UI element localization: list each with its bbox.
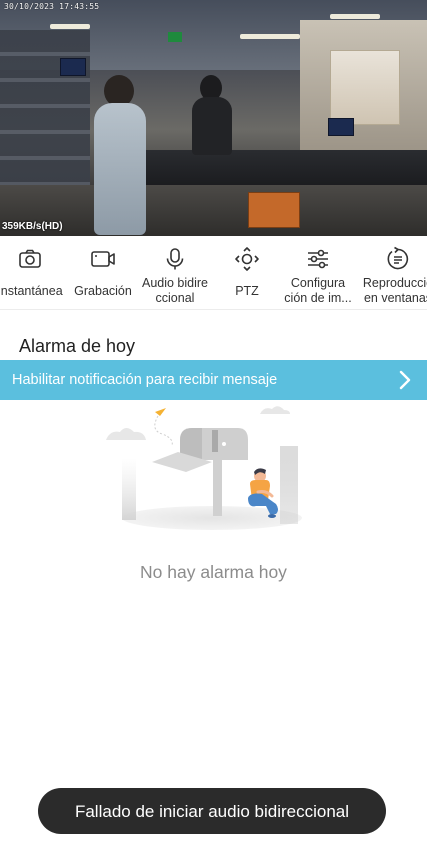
video-scene-light <box>330 14 380 19</box>
enable-notification-text: Habilitar notificación para recibir mens… <box>12 372 278 388</box>
camera-icon <box>19 249 41 268</box>
error-toast-text: Fallado de iniciar audio bidireccional <box>74 802 350 821</box>
two-way-audio-label-line1: Audio bidire <box>141 276 208 290</box>
settings-sliders-icon <box>308 249 328 269</box>
video-scene-monitor <box>60 58 86 76</box>
ptz-button[interactable]: PTZ <box>216 236 278 310</box>
alarm-section-title: Alarma de hoy <box>19 336 136 356</box>
video-scene-floor <box>0 185 427 236</box>
playback-label-line2: en ventanas <box>363 291 427 305</box>
video-scene-exit-sign <box>168 32 182 42</box>
video-scene-person <box>90 75 150 235</box>
snapshot-button[interactable]: Instantánea <box>0 236 74 310</box>
ptz-icon <box>235 247 259 271</box>
video-scene-light <box>50 24 90 29</box>
video-scene-shelf <box>0 30 90 200</box>
enable-notification-banner[interactable]: Habilitar notificación para recibir mens… <box>0 360 427 400</box>
two-way-audio-label-line2: ccional <box>155 291 195 305</box>
video-scene-monitor <box>328 118 354 136</box>
chevron-right-icon <box>399 370 411 390</box>
microphone-icon <box>166 248 184 270</box>
playback-button[interactable]: Reproducció en ventanas <box>356 236 427 310</box>
record-button[interactable]: Grabación <box>72 236 134 310</box>
control-toolbar: Instantánea Grabación Audio bidire ccion… <box>0 236 427 310</box>
image-settings-label-line2: ción de im... <box>284 291 352 305</box>
video-timestamp: 30/10/2023 17:43:55 <box>4 2 100 11</box>
two-way-audio-button[interactable]: Audio bidire ccional <box>134 236 216 310</box>
image-settings-button[interactable]: Configura ción de im... <box>278 236 358 310</box>
ptz-label: PTZ <box>235 284 259 298</box>
video-scene-light <box>240 34 300 39</box>
empty-alarm-text: No hay alarma hoy <box>140 562 287 582</box>
error-toast: Fallado de iniciar audio bidireccional <box>38 788 386 834</box>
video-scene-person <box>190 75 234 155</box>
video-bitrate: 359KB/s(HD) <box>2 221 63 232</box>
live-video-feed[interactable]: 30/10/2023 17:43:55 359KB/s(HD) <box>0 0 427 236</box>
image-settings-label-line1: Configura <box>290 276 346 290</box>
playback-icon <box>387 246 409 270</box>
record-label: Grabación <box>74 284 132 298</box>
video-camera-icon <box>91 251 115 267</box>
video-scene-cabinet <box>248 192 300 228</box>
snapshot-label: Instantánea <box>0 284 63 298</box>
playback-label-line1: Reproducció <box>362 276 427 290</box>
empty-mailbox-illustration <box>106 406 302 530</box>
video-scene-desk <box>140 150 427 186</box>
video-scene-banner <box>330 50 400 125</box>
